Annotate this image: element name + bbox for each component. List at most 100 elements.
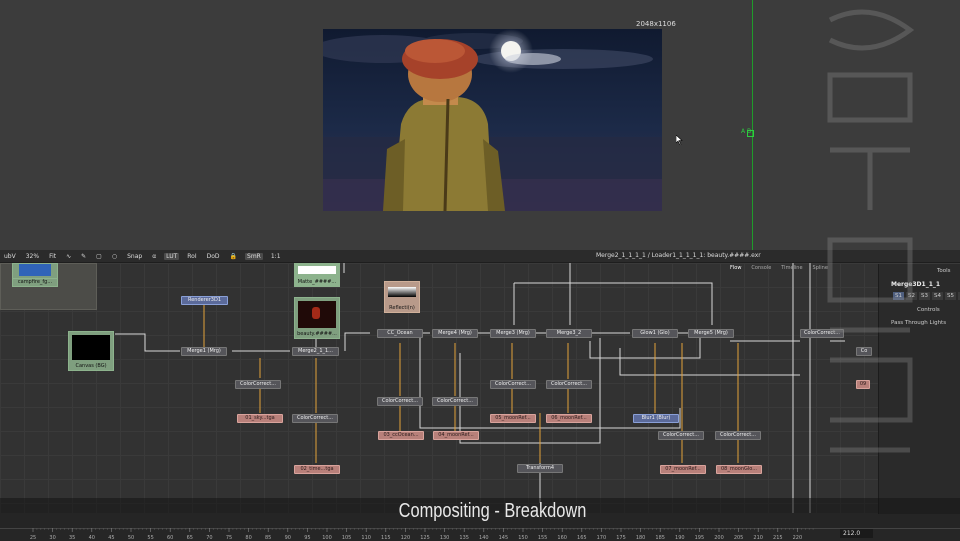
node-blur1[interactable]: Blur1 (Blur) bbox=[633, 414, 679, 423]
ruler-tick-label: 120 bbox=[401, 535, 411, 540]
pen-tool-icon[interactable]: ✎ bbox=[79, 253, 88, 260]
tools-header[interactable]: Tools bbox=[937, 268, 951, 274]
lock-icon[interactable]: 🔒 bbox=[228, 253, 239, 260]
node-cc4[interactable]: ColorCorrect... bbox=[432, 397, 478, 406]
tab-s1[interactable]: S1 bbox=[893, 292, 904, 300]
toolbar-roi[interactable]: RoI bbox=[185, 253, 198, 260]
node-right-co[interactable]: Co bbox=[856, 347, 872, 356]
node-merge2[interactable]: Merge2_1_1... bbox=[292, 347, 339, 356]
ruler-tick-label: 200 bbox=[714, 535, 724, 540]
node-moon-ref4[interactable]: 04_moonRef... bbox=[433, 431, 479, 440]
flow-editor[interactable]: campfire_fg... Renderer3D1 Canvas (BG) M… bbox=[0, 263, 960, 513]
node-glow1[interactable]: Glow1 (Glo) bbox=[632, 329, 678, 338]
ruler-tick-label: 25 bbox=[30, 535, 36, 540]
ruler-tick-label: 175 bbox=[616, 535, 626, 540]
tab-s2[interactable]: S2 bbox=[906, 292, 917, 300]
tab-timeline[interactable]: Timeline bbox=[781, 265, 802, 271]
node-transform4[interactable]: Transform4 bbox=[517, 464, 563, 473]
node-renderer3d[interactable]: Renderer3D1 bbox=[181, 296, 228, 305]
node-cc8[interactable]: ColorCorrect... bbox=[715, 431, 761, 440]
node-beauty-thumb[interactable]: beauty.####... bbox=[294, 297, 340, 339]
node-canvas-thumb[interactable]: Canvas (BG) bbox=[68, 331, 114, 371]
rect-tool-icon[interactable]: ▢ bbox=[94, 253, 104, 260]
ruler-tick-label: 195 bbox=[695, 535, 705, 540]
toolbar-lut[interactable]: LUT bbox=[164, 252, 180, 260]
mouse-cursor-icon bbox=[676, 135, 683, 145]
guide-line[interactable] bbox=[752, 0, 753, 250]
node-merge4[interactable]: Merge4 (Mrg) bbox=[432, 329, 478, 338]
node-cc-right[interactable]: ColorCorrect... bbox=[800, 329, 844, 338]
ruler-tick-label: 155 bbox=[538, 535, 548, 540]
curve-tool-icon[interactable]: ∿ bbox=[64, 253, 73, 260]
ruler-tick-label: 40 bbox=[89, 535, 95, 540]
ruler-tick-label: 80 bbox=[245, 535, 251, 540]
node-moon-ref7[interactable]: 07_moonRef... bbox=[660, 465, 706, 474]
ruler-tick-label: 55 bbox=[147, 535, 153, 540]
viewer-toolbar: ubV 32% Fit ∿ ✎ ▢ ○ Snap α LUT RoI DoD 🔒… bbox=[0, 250, 960, 263]
node-moon-ref5[interactable]: 05_moonRef... bbox=[490, 414, 536, 423]
toolbar-subview[interactable]: ubV bbox=[2, 253, 18, 260]
node-cc-ocean[interactable]: CC_Ocean bbox=[377, 329, 423, 338]
ruler-tick-label: 110 bbox=[361, 535, 371, 540]
tools-scene-tabs: S1 S2 S3 S4 S5 S6 bbox=[893, 292, 960, 300]
toolbar-dod[interactable]: DoD bbox=[205, 253, 222, 260]
tools-node-title: Merge3D1_1_1 bbox=[891, 281, 941, 288]
node-moon-ref6[interactable]: 06_moonRef... bbox=[546, 414, 592, 423]
node-canvas: Canvas (BG) bbox=[75, 363, 107, 369]
ruler-tick-label: 190 bbox=[675, 535, 685, 540]
ruler-tick-label: 60 bbox=[167, 535, 173, 540]
node-matte-thumb[interactable]: Matte_####... bbox=[294, 263, 340, 287]
toolbar-fit[interactable]: Fit bbox=[47, 253, 58, 260]
ruler-tick-label: 210 bbox=[753, 535, 763, 540]
ruler-tick-label: 145 bbox=[499, 535, 509, 540]
ruler-tick-label: 115 bbox=[381, 535, 391, 540]
ruler-tick-label: 180 bbox=[636, 535, 646, 540]
ellipse-tool-icon[interactable]: ○ bbox=[110, 253, 119, 260]
node-reflection-thumb[interactable]: Reflecti(n) bbox=[384, 281, 420, 313]
video-caption: Compositing - Breakdown bbox=[398, 500, 587, 522]
toolbar-alpha[interactable]: α bbox=[150, 253, 158, 260]
timeline-ruler[interactable]: 25 30 35 40 45 50 55 60 65 70 75 80 85 90 95 100 105 110 1… bbox=[0, 528, 840, 540]
controls-label[interactable]: Controls bbox=[917, 307, 940, 313]
toolbar-snap[interactable]: Snap bbox=[125, 253, 144, 260]
node-sky[interactable]: 01_sky...tga bbox=[237, 414, 283, 423]
toolbar-zoom[interactable]: 32% bbox=[24, 253, 41, 260]
node-cc-ocean-out[interactable]: 03_ccOcean... bbox=[378, 431, 424, 440]
tab-console[interactable]: Console bbox=[751, 265, 771, 271]
node-merge3-2[interactable]: Merge3_2 bbox=[546, 329, 592, 338]
toolbar-one-to-one[interactable]: 1:1 bbox=[269, 253, 283, 260]
ruler-tick-label: 100 bbox=[322, 535, 332, 540]
node-moon-glow[interactable]: 08_moonGlo... bbox=[716, 465, 762, 474]
node-cc6[interactable]: ColorCorrect... bbox=[546, 380, 592, 389]
ruler-tick-label: 165 bbox=[577, 535, 587, 540]
flow-tab-bar: Flow Console Timeline Spline bbox=[730, 265, 828, 271]
tab-flow[interactable]: Flow bbox=[730, 265, 741, 271]
ruler-tick-label: 140 bbox=[479, 535, 489, 540]
node-right-09[interactable]: 09 bbox=[856, 380, 870, 389]
node-cc3[interactable]: ColorCorrect... bbox=[377, 397, 423, 406]
ruler-tick-label: 45 bbox=[108, 535, 114, 540]
node-cc2[interactable]: ColorCorrect... bbox=[292, 414, 338, 423]
node-time[interactable]: 02_time...tga bbox=[294, 465, 340, 474]
tab-s5[interactable]: S5 bbox=[945, 292, 956, 300]
tools-panel: Tools Merge3D1_1_1 S1 S2 S3 S4 S5 S6 Con… bbox=[878, 264, 960, 514]
tab-s4[interactable]: S4 bbox=[932, 292, 943, 300]
node-merge5[interactable]: Merge5 (Mrg) bbox=[688, 329, 734, 338]
node-matte: Matte_####... bbox=[297, 279, 337, 285]
pass-through-lights[interactable]: Pass Through Lights bbox=[891, 320, 946, 326]
node-merge1[interactable]: Merge1 (Mrg) bbox=[181, 347, 227, 356]
transform-gizmo[interactable] bbox=[747, 130, 754, 137]
node-merge3[interactable]: Merge3 (Mrg) bbox=[490, 329, 536, 338]
night-scene-render bbox=[323, 29, 662, 211]
node-cc1[interactable]: ColorCorrect... bbox=[235, 380, 281, 389]
ruler-tick-label: 65 bbox=[187, 535, 193, 540]
toolbar-smr[interactable]: SmR bbox=[245, 252, 263, 260]
tab-spline[interactable]: Spline bbox=[813, 265, 828, 271]
node-cc5[interactable]: ColorCorrect... bbox=[490, 380, 536, 389]
current-frame-field[interactable]: 212.0 bbox=[840, 529, 873, 538]
node-cc7[interactable]: ColorCorrect... bbox=[658, 431, 704, 440]
ruler-tick-label: 90 bbox=[285, 535, 291, 540]
tab-s3[interactable]: S3 bbox=[919, 292, 930, 300]
node-campfire[interactable]: campfire_fg... bbox=[12, 278, 58, 287]
ruler-tick-label: 160 bbox=[557, 535, 567, 540]
